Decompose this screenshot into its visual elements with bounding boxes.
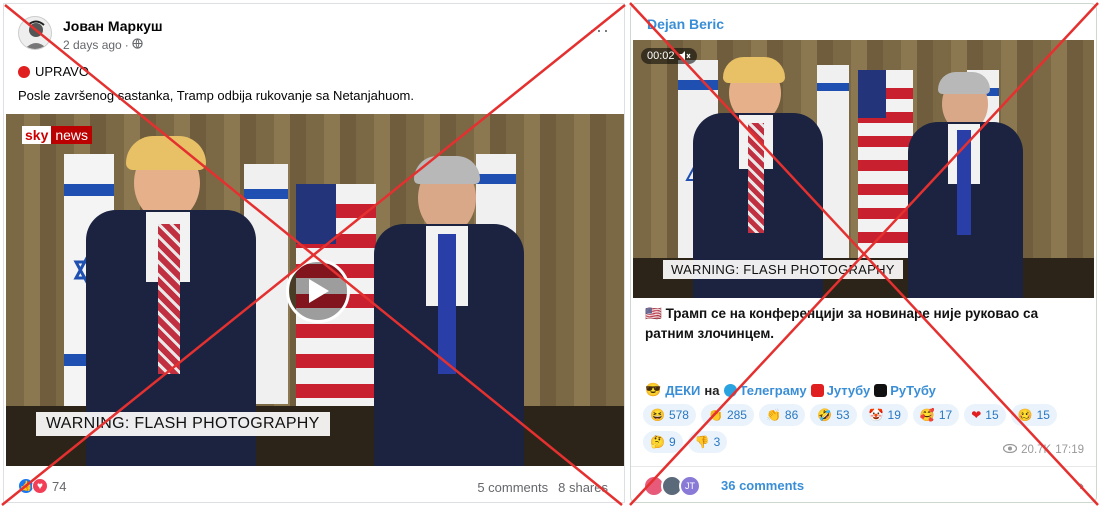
play-icon — [309, 279, 329, 303]
reaction-count: 15 — [985, 408, 999, 422]
engagement-stats: 5 comments 8 shares — [477, 480, 608, 495]
facebook-post: Јован Маркуш 2 days ago · ··· UPRAVO Pos… — [3, 3, 625, 503]
youtube-link[interactable]: Јутубу — [810, 383, 870, 398]
video-player[interactable]: 00:02 WARNING: FLASH PHOTOGRAPHY — [633, 40, 1094, 298]
post-time: 17:19 — [1055, 444, 1084, 456]
post-header: Јован Маркуш 2 days ago · ··· — [18, 14, 618, 54]
reaction-emoji: 👎 — [694, 435, 710, 449]
reaction-count: 3 — [713, 435, 721, 449]
emoji-face-icon: 😎 — [645, 382, 662, 397]
author-avatar[interactable] — [18, 16, 52, 50]
reaction-chip[interactable]: 👎 3 — [687, 431, 728, 453]
reaction-emoji: ❤ — [971, 408, 982, 422]
sky-news-logo: sky news — [22, 126, 93, 144]
telegram-icon — [723, 383, 737, 397]
rutube-icon — [874, 383, 888, 397]
red-circle-icon — [18, 65, 30, 78]
channel-links: 😎 ДЕКИ на Телеграму Јутубу РуТубу — [645, 382, 936, 398]
reaction-chip[interactable]: 😆 578 — [643, 404, 696, 426]
video-time: 00:02 — [647, 50, 675, 62]
reaction-chip[interactable]: 🥰 17 — [912, 404, 960, 426]
reaction-count: 86 — [784, 408, 799, 422]
us-flag — [858, 70, 913, 280]
shares-count[interactable]: 8 shares — [558, 480, 608, 495]
post-caption: Posle završenog sastanka, Tramp odbija r… — [18, 88, 414, 103]
love-icon: ♥ — [32, 478, 48, 494]
post-text-content: Трамп се на конференцији за новинаре ниј… — [645, 306, 1039, 341]
comments-count[interactable]: 5 comments — [477, 480, 548, 495]
reaction-chip[interactable]: 👏 285 — [700, 404, 754, 426]
reaction-count: 578 — [668, 408, 689, 422]
reaction-count: 285 — [726, 408, 747, 422]
reaction-chip[interactable]: 🤡 19 — [861, 404, 908, 426]
post-meta: 2 days ago · — [63, 38, 143, 52]
telegram-link[interactable]: Телеграму — [723, 383, 807, 398]
chevron-right-icon: › — [1079, 477, 1084, 493]
muted-speaker-icon — [678, 51, 691, 61]
flash-warning: WARNING: FLASH PHOTOGRAPHY — [663, 260, 903, 279]
reaction-chip[interactable]: 🥴 15 — [1010, 404, 1057, 426]
telegram-post: Dejan Beric 00:02 WARNING: FLASH PHOTOGR… — [630, 3, 1097, 503]
reaction-chip[interactable]: 👏 86 — [758, 404, 806, 426]
flash-warning: WARNING: FLASH PHOTOGRAPHY — [36, 412, 330, 436]
reaction-count: 74 — [52, 478, 67, 494]
reaction-count: 19 — [887, 408, 901, 422]
reaction-summary[interactable]: 👍 ♥ 74 — [18, 478, 66, 494]
reaction-count: 17 — [938, 408, 953, 422]
eye-icon — [1003, 443, 1018, 456]
reaction-count: 15 — [1036, 408, 1050, 422]
post-info: 20.7K 17:19 — [1003, 443, 1084, 456]
channel-author[interactable]: Dejan Beric — [647, 16, 724, 32]
play-button[interactable] — [286, 259, 350, 323]
comments-label[interactable]: 36 comments — [721, 478, 804, 493]
person-right — [908, 70, 1023, 298]
author-name[interactable]: Јован Маркуш — [63, 18, 163, 34]
live-badge: UPRAVO — [18, 64, 89, 79]
reaction-emoji: 👏 — [765, 408, 781, 422]
globe-icon — [132, 38, 143, 52]
reaction-chip[interactable]: 🤔 9 — [643, 431, 683, 453]
channel-prefix: ДЕКИ — [665, 382, 701, 398]
reaction-count: 53 — [836, 408, 850, 422]
reaction-chip[interactable]: ❤ 15 — [964, 404, 1006, 426]
channel-on: на — [704, 382, 720, 398]
live-badge-label: UPRAVO — [35, 64, 89, 79]
commenter-avatar-initials: JT — [679, 475, 701, 497]
reaction-count: 9 — [668, 435, 676, 449]
comparison-image: Јован Маркуш 2 days ago · ··· UPRAVO Pos… — [0, 0, 1100, 508]
view-count: 20.7K — [1021, 444, 1052, 456]
more-options-icon[interactable]: ··· — [589, 20, 610, 41]
reaction-emoji: 🤔 — [650, 435, 665, 449]
post-text: 🇺🇸 Трамп се на конференцији за новинаре … — [645, 304, 1085, 344]
youtube-icon — [810, 383, 824, 397]
separator-dot: · — [124, 38, 129, 52]
reaction-emoji: 🤣 — [817, 408, 833, 422]
post-time[interactable]: 2 days ago — [63, 38, 122, 52]
reaction-emoji: 😆 — [650, 408, 665, 422]
flags-icon: 🇺🇸 — [645, 306, 662, 321]
reaction-emoji: 👏 — [707, 408, 723, 422]
reaction-emoji: 🥰 — [919, 408, 935, 422]
comments-bar[interactable]: JT 36 comments › — [631, 466, 1096, 502]
rutube-link[interactable]: РуТубу — [874, 383, 936, 398]
person-right — [374, 154, 524, 466]
reaction-emoji: 🤡 — [868, 408, 884, 422]
video-duration[interactable]: 00:02 — [641, 48, 697, 64]
video-player[interactable]: sky news WARNING: FLASH PHOTOGRAPHY — [6, 114, 624, 466]
reaction-chip[interactable]: 🤣 53 — [810, 404, 857, 426]
reaction-emoji: 🥴 — [1017, 408, 1033, 422]
post-footer: 👍 ♥ 74 5 comments 8 shares — [4, 468, 624, 502]
